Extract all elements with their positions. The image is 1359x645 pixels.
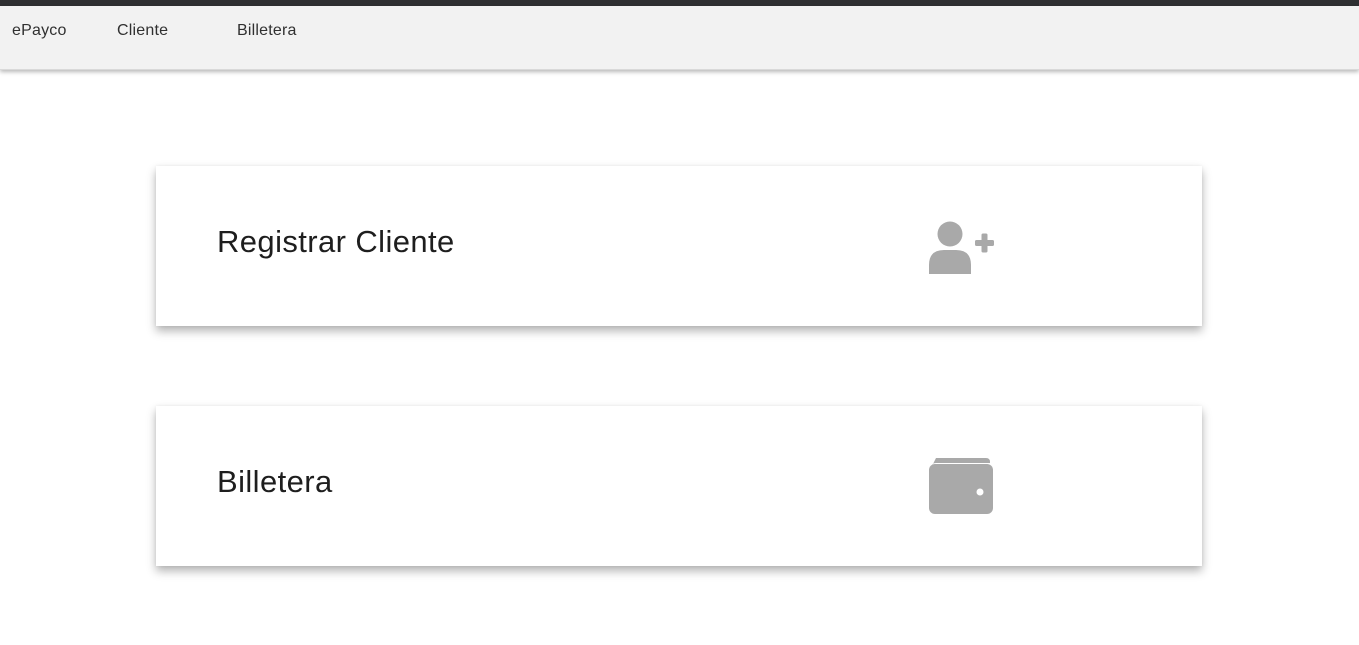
wallet-icon: [928, 458, 994, 514]
billetera-card[interactable]: Billetera: [156, 406, 1202, 566]
user-plus-icon: [928, 218, 994, 274]
nav-item-cliente[interactable]: Cliente: [117, 22, 168, 40]
registrar-cliente-card[interactable]: Registrar Cliente: [156, 166, 1202, 326]
nav-item-billetera[interactable]: Billetera: [237, 22, 297, 40]
brand-link[interactable]: ePayco: [12, 22, 67, 40]
card-title: Registrar Cliente: [217, 224, 455, 259]
card-title: Billetera: [217, 464, 333, 499]
top-navbar: ePayco Cliente Billetera: [0, 6, 1359, 70]
